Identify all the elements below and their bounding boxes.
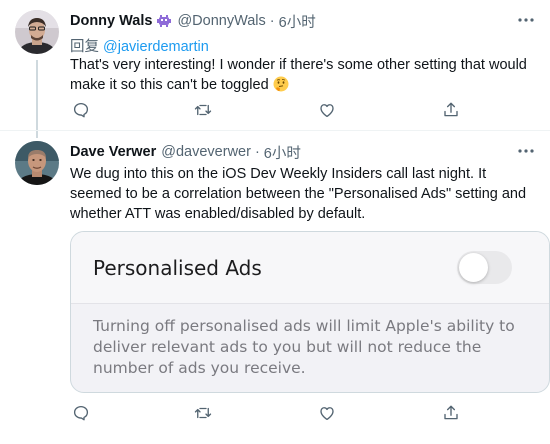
more-icon[interactable] [516, 141, 536, 161]
settings-row: Personalised Ads [71, 232, 549, 304]
reply-icon[interactable] [70, 403, 92, 423]
tweet-donny-wals[interactable]: Donny Wals @DonnyWals · 6小时 回复 @javierde… [0, 0, 550, 130]
media-image-card[interactable]: Personalised Ads Turning off personalise… [70, 231, 550, 393]
reply-to-handle[interactable]: @javierdemartin [103, 39, 209, 55]
setting-title: Personalised Ads [93, 256, 262, 280]
user-handle[interactable]: @DonnyWals [177, 13, 265, 29]
setting-description: Turning off personalised ads will limit … [93, 317, 515, 377]
reply-icon[interactable] [70, 100, 92, 120]
tweet-text-content: That's very interesting! I wonder if the… [70, 57, 527, 93]
display-name[interactable]: Donny Wals [70, 13, 152, 29]
timestamp[interactable]: 6小时 [279, 11, 316, 32]
tweet-header: Donny Wals @DonnyWals · 6小时 [70, 11, 316, 31]
avatar-dave-image [15, 141, 59, 185]
more-icon[interactable] [516, 10, 536, 30]
like-icon[interactable] [316, 100, 338, 120]
retweet-icon[interactable] [192, 403, 214, 423]
avatar[interactable] [15, 141, 59, 185]
thinking-face-icon [273, 76, 289, 92]
share-icon[interactable] [440, 403, 462, 423]
separator-dot: · [269, 13, 275, 29]
display-name[interactable]: Dave Verwer [70, 144, 156, 160]
replying-to: 回复 @javierdemartin [70, 35, 209, 56]
reply-prefix: 回复 [70, 39, 99, 55]
tweet-dave-verwer[interactable]: Dave Verwer @daveverwer · 6小时 We dug int… [0, 131, 550, 444]
avatar[interactable] [15, 10, 59, 54]
personalised-ads-toggle [457, 251, 512, 284]
like-icon[interactable] [316, 403, 338, 423]
share-icon[interactable] [440, 100, 462, 120]
toggle-knob [459, 253, 488, 282]
avatar-donny-image [15, 10, 59, 54]
retweet-icon[interactable] [192, 100, 214, 120]
tweet-actions [70, 100, 460, 120]
tweet-text: We dug into this on the iOS Dev Weekly I… [70, 166, 527, 222]
tweet-text: That's very interesting! I wonder if the… [70, 55, 540, 95]
tweet-header: Dave Verwer @daveverwer · 6小时 [70, 142, 301, 162]
user-handle[interactable]: @daveverwer [161, 144, 251, 160]
tweet-actions [70, 403, 460, 423]
separator-dot: · [254, 144, 260, 160]
alien-badge-icon [156, 13, 172, 29]
timestamp[interactable]: 6小时 [264, 142, 301, 163]
